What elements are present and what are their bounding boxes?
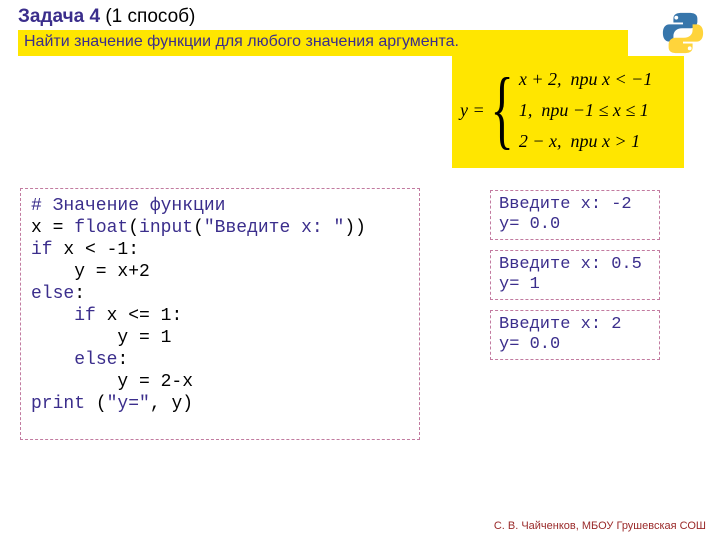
page-title: Задача 4 (1 способ) — [18, 6, 195, 28]
case-cond: при −1 ≤ x ≤ 1 — [541, 100, 648, 120]
code-text: y = 2-x — [31, 372, 193, 392]
brace-icon: { — [490, 66, 513, 154]
code-kw: else — [74, 350, 117, 370]
formula-box: y = { x + 2, при x < −1 1, при −1 ≤ x ≤ … — [452, 56, 684, 168]
code-text: ( — [85, 394, 107, 414]
code-text: ( — [193, 218, 204, 238]
output-box-2: Введите x: 0.5 y= 1 — [490, 250, 660, 300]
code-kw: print — [31, 394, 85, 414]
code-text — [31, 306, 74, 326]
code-block: # Значение функции x = float(input("Введ… — [20, 188, 420, 440]
output-box-3: Введите x: 2 y= 0.0 — [490, 310, 660, 360]
case-expr: 1, — [519, 100, 533, 120]
code-text: x < -1: — [53, 240, 139, 260]
case-expr: x + 2, — [519, 69, 562, 89]
code-text: y = 1 — [31, 328, 171, 348]
output-box-1: Введите x: -2 y= 0.0 — [490, 190, 660, 240]
case-expr: 2 − x, — [519, 131, 562, 151]
code-text — [31, 350, 74, 370]
code-kw: input — [139, 218, 193, 238]
case-cond: при x < −1 — [571, 69, 653, 89]
code-text: , y) — [150, 394, 193, 414]
code-text: y = x+2 — [31, 262, 150, 282]
code-text: ( — [128, 218, 139, 238]
code-text: x = — [31, 218, 74, 238]
code-kw: if — [31, 240, 53, 260]
code-kw: float — [74, 218, 128, 238]
code-text: : — [117, 350, 128, 370]
code-text: : — [74, 284, 85, 304]
formula-lhs: y = — [460, 100, 485, 121]
code-str: "y=" — [107, 394, 150, 414]
python-logo-icon — [660, 10, 706, 56]
code-kw: else — [31, 284, 74, 304]
code-text: x <= 1: — [96, 306, 182, 326]
title-main: Задача 4 — [18, 6, 100, 27]
subtitle: Найти значение функции для любого значен… — [18, 30, 628, 56]
code-comment: # Значение функции — [31, 196, 225, 216]
code-text: )) — [344, 218, 366, 238]
formula-cases: x + 2, при x < −1 1, при −1 ≤ x ≤ 1 2 − … — [519, 69, 652, 152]
title-rest: (1 способ) — [100, 6, 195, 27]
code-kw: if — [74, 306, 96, 326]
case-cond: при x > 1 — [571, 131, 641, 151]
code-str: "Введите x: " — [204, 218, 344, 238]
footer-credit: С. В. Чайченков, МБОУ Грушевская СОШ — [494, 520, 706, 532]
